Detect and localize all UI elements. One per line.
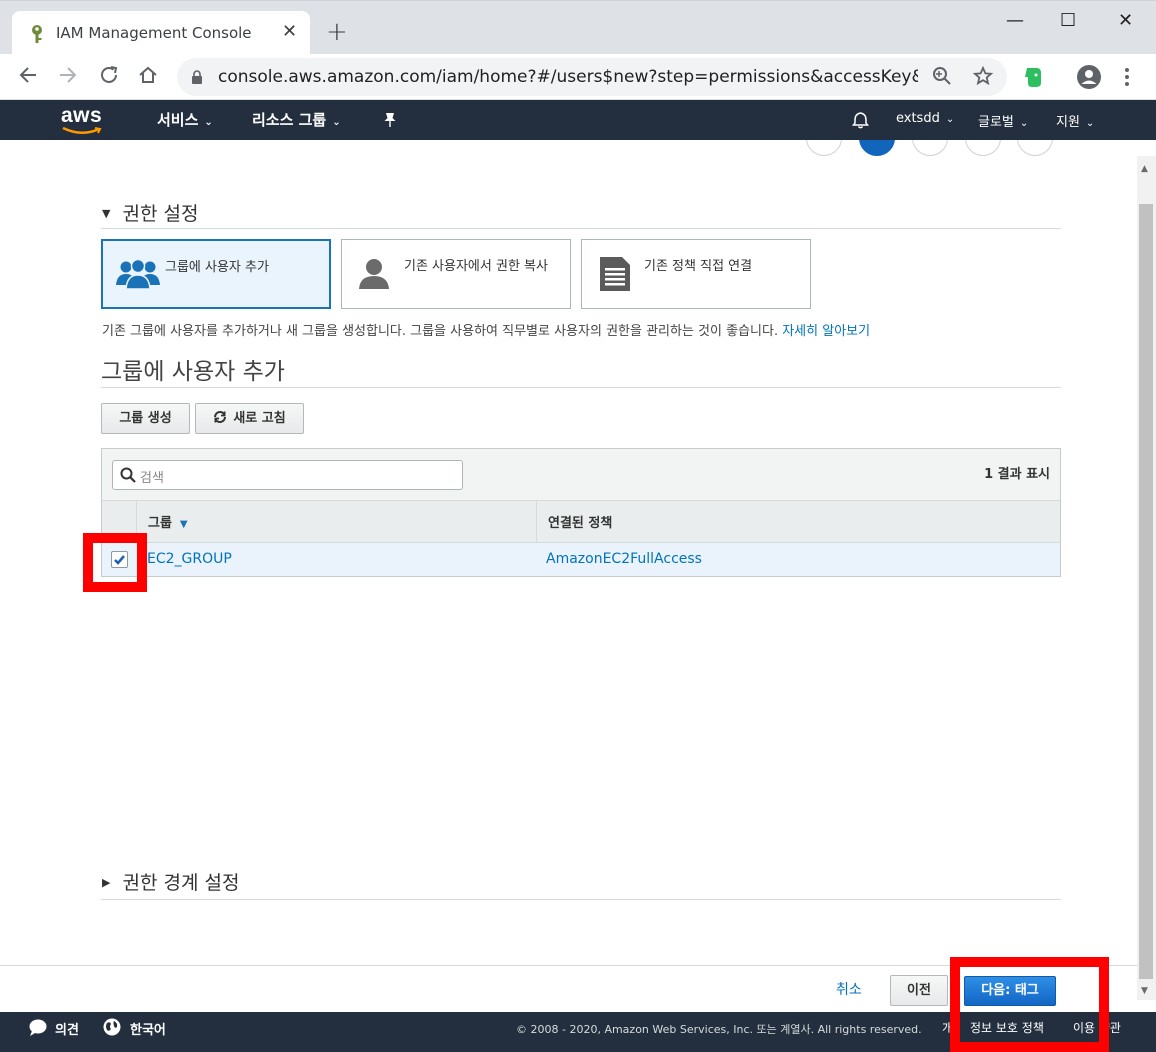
chevron-down-icon: ⌄ bbox=[945, 114, 955, 125]
globe-icon bbox=[103, 1018, 121, 1036]
highlight-checkbox bbox=[83, 533, 147, 592]
create-group-button[interactable]: 그룹 생성 bbox=[101, 403, 190, 434]
boundary-section-header[interactable]: ▶ 권한 경계 설정 bbox=[102, 868, 239, 895]
scroll-thumb[interactable] bbox=[1139, 204, 1153, 979]
scrollbar[interactable]: ▲ ▼ bbox=[1137, 156, 1156, 1000]
screen: IAM Management Console ✕ + — ☐ ✕ console… bbox=[0, 0, 1156, 1052]
services-menu[interactable]: 서비스 ⌄ bbox=[157, 109, 213, 130]
main-content: ▼ 권한 설정 그룹에 사용자 추가 기존 사용자에서 권한 복사 기존 정책 … bbox=[0, 140, 1137, 965]
new-tab-icon[interactable]: + bbox=[326, 19, 348, 45]
wizard-step-2[interactable] bbox=[859, 140, 895, 156]
scroll-up-icon[interactable]: ▲ bbox=[1141, 164, 1148, 174]
minimize-icon[interactable]: — bbox=[1006, 9, 1024, 33]
table-row[interactable]: EC2_GROUP AmazonEC2FullAccess bbox=[102, 543, 1060, 576]
chevron-down-icon: ⌄ bbox=[1019, 118, 1029, 129]
search-placeholder: 검색 bbox=[140, 471, 164, 486]
url-text: console.aws.amazon.com/iam/home?#/users$… bbox=[218, 67, 918, 87]
option-label: 기존 사용자에서 권한 복사 bbox=[404, 259, 548, 274]
search-icon bbox=[120, 467, 136, 483]
chevron-down-icon: ⌄ bbox=[204, 117, 213, 128]
resource-groups-menu[interactable]: 리소스 그룹 ⌄ bbox=[252, 109, 341, 130]
groups-table: 검색 1 결과 표시 그룹 ▼ 연결된 정책 EC2_GROUP AmazonEC… bbox=[101, 448, 1061, 577]
evernote-extension-icon[interactable] bbox=[1022, 65, 1044, 89]
chevron-down-icon: ⌄ bbox=[1085, 118, 1095, 129]
group-name-link[interactable]: EC2_GROUP bbox=[147, 551, 232, 567]
section-divider bbox=[101, 899, 1061, 900]
lock-icon bbox=[192, 70, 202, 84]
previous-button[interactable]: 이전 bbox=[890, 975, 948, 1006]
scroll-down-icon[interactable]: ▼ bbox=[1141, 986, 1148, 996]
maximize-icon[interactable]: ☐ bbox=[1060, 9, 1076, 33]
tab-close-icon[interactable]: ✕ bbox=[282, 20, 297, 44]
policy-link[interactable]: AmazonEC2FullAccess bbox=[546, 551, 702, 567]
permissions-section-header[interactable]: ▼ 권한 설정 bbox=[102, 199, 198, 226]
tab-title: IAM Management Console bbox=[56, 24, 252, 42]
caret-down-icon: ▼ bbox=[102, 207, 111, 220]
feedback-link[interactable]: 의견 bbox=[55, 1019, 79, 1038]
account-menu[interactable]: extsdd ⌄ bbox=[896, 111, 954, 126]
document-icon bbox=[600, 257, 630, 291]
column-divider bbox=[536, 501, 537, 543]
table-toolbar: 검색 1 결과 표시 bbox=[102, 449, 1060, 501]
users-group-icon bbox=[116, 258, 160, 290]
option-copy-permissions[interactable]: 기존 사용자에서 권한 복사 bbox=[341, 239, 571, 309]
aws-smile-icon bbox=[62, 127, 102, 134]
cancel-link[interactable]: 취소 bbox=[836, 979, 862, 999]
notifications-bell-icon[interactable] bbox=[852, 111, 869, 129]
caret-right-icon: ▶ bbox=[102, 876, 111, 889]
column-header-policy[interactable]: 연결된 정책 bbox=[548, 512, 612, 531]
option-attach-policies[interactable]: 기존 정책 직접 연결 bbox=[581, 239, 811, 309]
language-selector[interactable]: 한국어 bbox=[130, 1019, 166, 1038]
aws-logo[interactable]: aws bbox=[61, 104, 102, 128]
support-menu[interactable]: 지원 ⌄ bbox=[1056, 111, 1094, 130]
browser-tabstrip: IAM Management Console ✕ + — ☐ ✕ bbox=[0, 0, 1156, 55]
profile-icon[interactable] bbox=[1076, 64, 1102, 90]
wizard-step-5[interactable] bbox=[1017, 140, 1053, 156]
wizard-step-4[interactable] bbox=[965, 140, 1001, 156]
wizard-step-3[interactable] bbox=[912, 140, 948, 156]
copyright-text: © 2008 - 2020, Amazon Web Services, Inc.… bbox=[516, 1023, 922, 1036]
zoom-icon[interactable] bbox=[932, 66, 952, 86]
menu-kebab-icon[interactable] bbox=[1122, 66, 1132, 88]
column-header-group[interactable]: 그룹 ▼ bbox=[148, 512, 188, 531]
feedback-bubble-icon bbox=[29, 1019, 47, 1036]
option-label: 기존 정책 직접 연결 bbox=[644, 259, 753, 274]
result-count: 1 결과 표시 bbox=[984, 467, 1050, 482]
search-input[interactable]: 검색 bbox=[112, 460, 463, 490]
address-bar[interactable]: console.aws.amazon.com/iam/home?#/users$… bbox=[177, 58, 1007, 96]
region-menu[interactable]: 글로벌 ⌄ bbox=[978, 111, 1028, 130]
window-close-icon[interactable]: ✕ bbox=[1118, 9, 1133, 33]
refresh-icon bbox=[214, 411, 227, 423]
bookmark-star-icon[interactable] bbox=[973, 66, 993, 86]
option-add-to-group[interactable]: 그룹에 사용자 추가 bbox=[101, 239, 331, 309]
chevron-down-icon: ⌄ bbox=[332, 117, 341, 128]
option-label: 그룹에 사용자 추가 bbox=[165, 260, 269, 275]
aws-key-icon bbox=[32, 25, 42, 43]
group-section-title: 그룹에 사용자 추가 bbox=[101, 359, 285, 385]
section-divider bbox=[101, 228, 1061, 229]
browser-tab-iam[interactable]: IAM Management Console ✕ bbox=[12, 11, 310, 55]
user-icon bbox=[359, 259, 389, 289]
permissions-description: 기존 그룹에 사용자를 추가하거나 새 그룹을 생성합니다. 그룹을 사용하여 … bbox=[102, 324, 871, 339]
aws-navbar: aws 서비스 ⌄ 리소스 그룹 ⌄ extsdd ⌄ 글로벌 ⌄ 지원 ⌄ bbox=[0, 100, 1156, 140]
highlight-next-button bbox=[950, 957, 1109, 1052]
refresh-button[interactable]: 새로 고침 bbox=[195, 403, 304, 434]
wizard-step-1[interactable] bbox=[806, 140, 842, 156]
forward-arrow-icon[interactable] bbox=[57, 64, 79, 86]
sort-desc-icon: ▼ bbox=[179, 519, 188, 530]
table-header: 그룹 ▼ 연결된 정책 bbox=[102, 501, 1060, 543]
reload-icon[interactable] bbox=[98, 64, 120, 86]
learn-more-link[interactable]: 자세히 알아보기 bbox=[782, 324, 870, 339]
section-divider bbox=[101, 387, 1061, 388]
pin-icon[interactable] bbox=[383, 112, 397, 128]
back-arrow-icon[interactable] bbox=[17, 64, 39, 86]
home-icon[interactable] bbox=[137, 64, 159, 86]
browser-toolbar: console.aws.amazon.com/iam/home?#/users$… bbox=[0, 54, 1156, 100]
